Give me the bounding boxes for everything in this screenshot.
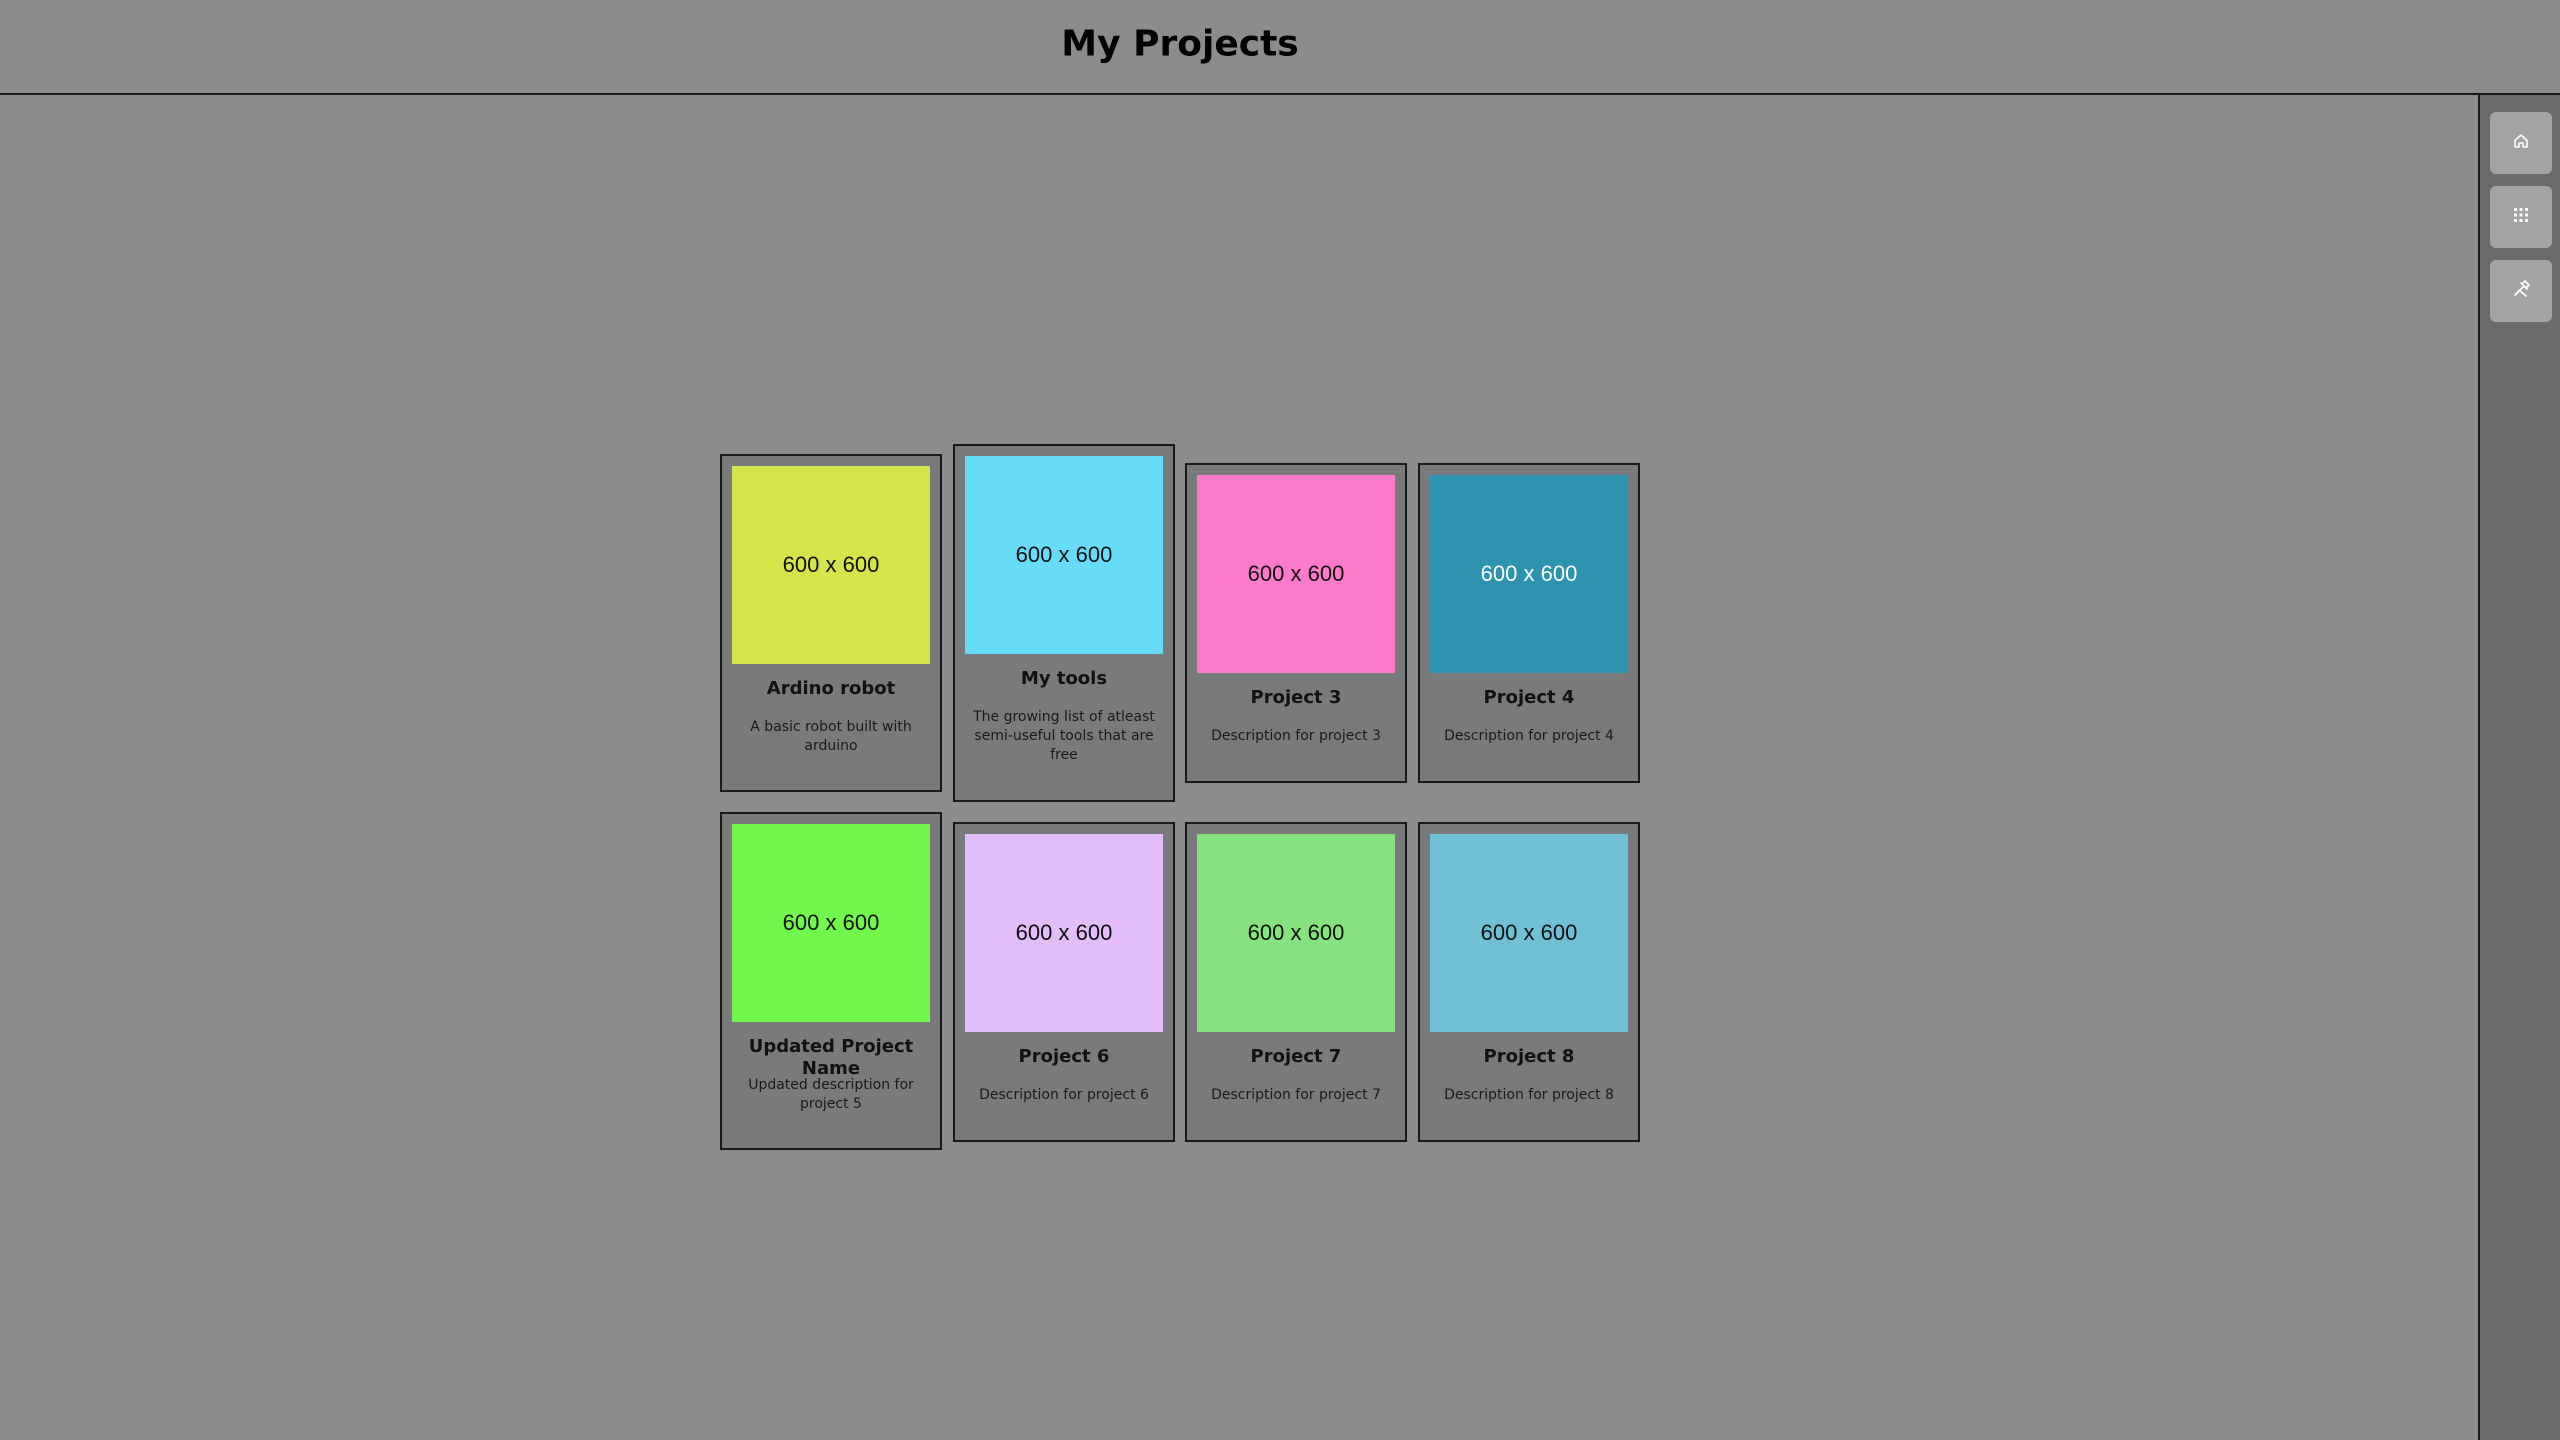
sidebar — [2478, 95, 2560, 1440]
projects-grid-button[interactable] — [2490, 186, 2552, 248]
project-title: Project 6 — [1018, 1046, 1110, 1067]
project-description: Description for project 3 — [1211, 728, 1381, 744]
page-title: My Projects — [1061, 23, 1299, 65]
home-icon — [2511, 131, 2531, 156]
tools-button[interactable] — [2490, 260, 2552, 322]
project-title: Ardino robot — [766, 678, 896, 699]
project-thumbnail: 600 x 600 — [1430, 475, 1628, 673]
project-card[interactable]: 600 x 600 Updated Project Name Updated des… — [720, 812, 942, 1150]
project-card[interactable]: 600 x 600 Project 3 Description for projec… — [1185, 463, 1407, 783]
project-thumbnail: 600 x 600 — [732, 824, 930, 1022]
project-thumbnail: 600 x 600 — [965, 834, 1163, 1032]
project-title: Updated Project Name — [748, 1036, 914, 1079]
project-description: A basic robot built with arduino — [750, 719, 912, 754]
project-thumbnail: 600 x 600 — [732, 466, 930, 664]
project-title: Project 3 — [1250, 687, 1342, 708]
project-thumbnail: 600 x 600 — [1430, 834, 1628, 1032]
project-title: My tools — [1020, 668, 1108, 689]
project-description: Description for project 7 — [1211, 1087, 1381, 1103]
project-description: Updated description for project 5 — [748, 1077, 914, 1112]
project-card[interactable]: 600 x 600 Project 7 Description for projec… — [1185, 822, 1407, 1142]
project-description: The growing list of atleast semi-useful … — [973, 709, 1155, 763]
tools-icon — [2511, 279, 2531, 304]
project-card[interactable]: 600 x 600 Project 8 Description for projec… — [1418, 822, 1640, 1142]
project-description: Description for project 8 — [1444, 1087, 1614, 1103]
project-card[interactable]: 600 x 600 Project 6 Description for projec… — [953, 822, 1175, 1142]
project-card[interactable]: 600 x 600 Ardino robot A basic robot built… — [720, 454, 942, 792]
project-title: Project 7 — [1250, 1046, 1342, 1067]
project-thumbnail: 600 x 600 — [1197, 834, 1395, 1032]
project-card[interactable]: 600 x 600 Project 4 Description for projec… — [1418, 463, 1640, 783]
home-button[interactable] — [2490, 112, 2552, 174]
project-title: Project 8 — [1483, 1046, 1575, 1067]
header: My Projects — [0, 0, 2560, 95]
project-card[interactable]: 600 x 600 My tools The growing list of atl… — [953, 444, 1175, 802]
project-title: Project 4 — [1483, 687, 1575, 708]
project-description: Description for project 6 — [979, 1087, 1149, 1103]
project-description: Description for project 4 — [1444, 728, 1614, 744]
project-thumbnail: 600 x 600 — [965, 456, 1163, 654]
grid-icon — [2511, 205, 2531, 230]
project-thumbnail: 600 x 600 — [1197, 475, 1395, 673]
